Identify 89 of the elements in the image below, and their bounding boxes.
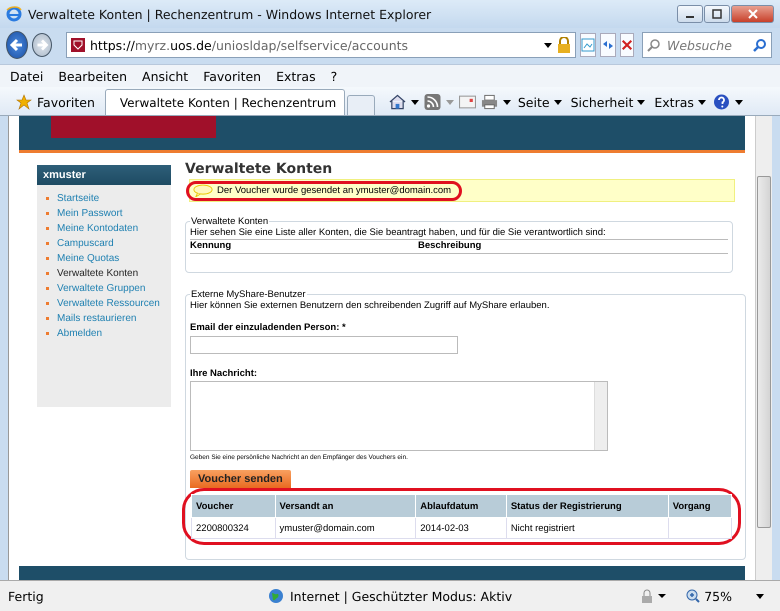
dropdown-icon[interactable] <box>734 100 743 104</box>
forward-button[interactable] <box>32 33 52 57</box>
lock-icon[interactable] <box>640 589 666 603</box>
stop-icon <box>621 39 633 51</box>
dropdown-icon[interactable] <box>410 100 419 104</box>
toolbar-menu-button[interactable]: Seite <box>516 94 564 110</box>
user-header: xmuster <box>37 165 171 185</box>
refresh-icon <box>601 38 615 52</box>
address-field[interactable]: https://myrz.uos.de/uniosldap/selfservice/accounts <box>66 32 576 58</box>
caret-icon <box>698 100 706 104</box>
menu-item[interactable]: Bearbeiten <box>58 68 128 84</box>
scrollbar-thumb[interactable] <box>757 176 771 528</box>
search-icon[interactable] <box>753 38 767 52</box>
back-button[interactable] <box>6 31 28 59</box>
browser-tab[interactable]: Verwaltete Konten | Rechenzentrum <box>104 89 345 115</box>
sidebar-link[interactable]: Verwaltete Ressourcen <box>46 296 160 311</box>
column-header: Ablaufdatum <box>416 494 506 518</box>
scrollbar[interactable] <box>755 116 772 580</box>
column-header: Kennung <box>190 240 232 251</box>
caret-icon <box>637 100 646 104</box>
sidebar-link[interactable]: Startseite <box>46 191 100 206</box>
menu-item[interactable]: Favoriten <box>203 68 262 84</box>
column-header: Voucher <box>192 494 276 518</box>
menu-item[interactable]: ? <box>330 68 338 84</box>
column-header: Versandt an <box>275 494 416 518</box>
sidebar-link[interactable]: Verwaltete Konten <box>46 266 138 281</box>
sidebar-link[interactable]: Meine Kontodaten <box>46 221 138 236</box>
home-icon[interactable] <box>388 94 406 110</box>
send-voucher-button[interactable]: Voucher senden <box>190 470 291 488</box>
close-icon <box>748 9 758 19</box>
sidebar-link[interactable]: Mails restaurieren <box>46 311 136 326</box>
feed-icon[interactable] <box>424 94 441 110</box>
maximize-button[interactable] <box>704 5 730 23</box>
shield-icon <box>71 38 85 52</box>
dropdown-icon[interactable] <box>502 100 511 104</box>
page-title: Verwaltete Konten <box>185 161 334 177</box>
column-header: Beschreibung <box>418 240 482 251</box>
table-cell: Nicht registriert <box>510 522 575 534</box>
menu-item[interactable]: Extras <box>276 68 316 84</box>
column-header: Vorgang <box>668 494 732 518</box>
section-legend: Externe MyShare-Benutzer <box>190 289 307 300</box>
sidebar-link[interactable]: Mein Passwort <box>46 206 123 221</box>
caret-icon <box>554 100 562 104</box>
menu-item[interactable]: Ansicht <box>142 68 188 84</box>
maximize-icon <box>712 9 722 19</box>
toolbar-menu-button[interactable]: Extras <box>652 94 708 110</box>
section-description: Hier sehen Sie eine Liste aller Konten, die Sie beantragt haben, und für die Sie verantwortlich sind: <box>190 227 728 240</box>
stop-button[interactable] <box>620 33 634 57</box>
mail-icon[interactable] <box>458 94 476 110</box>
section-description: Hier können Sie externen Benutzern den schreibenden Zugriff auf MyShare erlauben. <box>190 300 550 312</box>
toolbar-menu-button[interactable]: Sicherheit <box>568 94 648 110</box>
minimize-button[interactable] <box>677 5 703 23</box>
minimize-icon <box>686 16 694 18</box>
window-title: Verwaltete Konten | Rechenzentrum - Windows Internet Explorer <box>28 6 432 22</box>
field-label: Email der einzuladenden Person: * <box>190 322 347 333</box>
star-icon <box>16 94 32 110</box>
field-label: Ihre Nachricht: <box>190 368 258 379</box>
sidebar-link[interactable]: Campuscard <box>46 236 114 251</box>
column-header: Status der Registrierung <box>506 494 668 518</box>
sidebar-link[interactable]: Meine Quotas <box>46 251 120 266</box>
favorites-button[interactable]: Favoriten <box>0 89 103 115</box>
table-cell: ymuster@domain.com <box>280 522 375 534</box>
compatibility-button[interactable] <box>580 33 596 57</box>
scrollbar[interactable] <box>594 382 607 450</box>
table-cell: 2200800324 <box>196 522 249 534</box>
notice-text: Der Voucher wurde gesendet an ymuster@domain.com <box>217 185 452 196</box>
zoom-level[interactable]: 75% <box>686 588 764 604</box>
sidebar-link[interactable]: Verwaltete Gruppen <box>46 281 146 296</box>
speech-bubble-icon <box>193 184 213 197</box>
search-icon <box>647 38 661 52</box>
security-zone[interactable]: Internet | Geschützter Modus: Aktiv <box>268 588 512 604</box>
menu-item[interactable]: Datei <box>10 68 44 84</box>
refresh-button[interactable] <box>600 33 616 57</box>
search-field[interactable]: Websuche <box>642 32 772 58</box>
dropdown-icon[interactable] <box>544 42 552 48</box>
message-field[interactable] <box>190 381 608 451</box>
page-chart-icon <box>581 38 595 52</box>
printer-icon[interactable] <box>480 94 498 110</box>
table-cell: 2014-02-03 <box>420 522 469 534</box>
magnifier-icon <box>686 589 700 603</box>
email-field[interactable] <box>190 336 458 354</box>
browser-logo-icon <box>6 6 22 22</box>
sidebar-link[interactable]: Abmelden <box>46 326 102 341</box>
help-icon[interactable] <box>712 94 730 110</box>
section-legend: Verwaltete Konten <box>190 216 270 227</box>
status-text: Fertig <box>8 588 45 604</box>
globe-icon <box>268 588 284 604</box>
caret-icon <box>756 594 764 598</box>
close-button[interactable] <box>731 5 774 23</box>
